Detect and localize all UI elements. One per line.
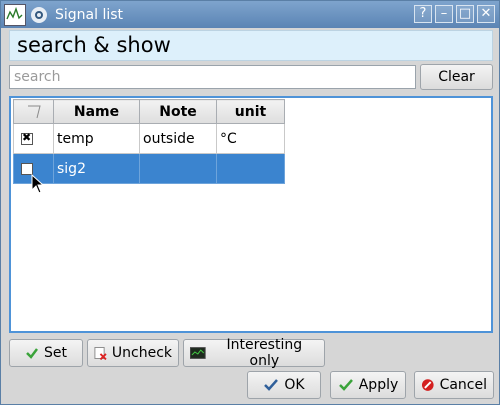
close-button[interactable]: ✕ (477, 5, 495, 23)
uncheck-icon (94, 347, 107, 360)
column-header-note[interactable]: Note (139, 99, 217, 124)
row-unit: °C (216, 123, 285, 154)
cancel-label: Cancel (439, 377, 487, 393)
ok-button[interactable]: OK (247, 371, 321, 399)
uncheck-label: Uncheck (111, 345, 172, 361)
set-label: Set (44, 345, 67, 361)
minimize-button[interactable]: – (435, 5, 453, 23)
search-input[interactable] (9, 65, 416, 89)
column-header-unit[interactable]: unit (216, 99, 285, 124)
apply-checkmark-icon (338, 379, 353, 391)
interesting-only-label: Interesting only (226, 337, 303, 369)
table-header-row: Name Note unit (13, 99, 285, 124)
interesting-only-button[interactable]: Interesting only (183, 337, 325, 369)
title-bar[interactable]: Signal list ? – □ ✕ (1, 1, 499, 28)
set-button[interactable]: Set (9, 339, 83, 367)
row-unit (216, 153, 285, 184)
apply-button[interactable]: Apply (330, 371, 406, 399)
cancel-button[interactable]: Cancel (414, 371, 494, 399)
page-title: search & show (9, 30, 493, 61)
window-menu-icon[interactable] (31, 6, 47, 23)
row-name: temp (53, 123, 140, 154)
monitor-icon (190, 347, 206, 359)
maximize-button[interactable]: □ (456, 5, 474, 23)
window-title: Signal list (55, 6, 124, 23)
ok-label: OK (284, 377, 305, 393)
signal-list-window: Signal list ? – □ ✕ search & show Clear … (0, 0, 500, 405)
checkmark-icon (26, 348, 38, 359)
help-button[interactable]: ? (414, 5, 432, 23)
table-row[interactable]: temp outside °C (13, 123, 285, 154)
row-checkbox[interactable] (21, 131, 33, 145)
row-note: outside (139, 123, 217, 154)
row-checkbox[interactable] (21, 162, 33, 175)
cancel-icon (421, 379, 434, 391)
apply-label: Apply (358, 377, 399, 393)
mouse-pointer-icon (31, 174, 45, 194)
column-header-name[interactable]: Name (53, 99, 140, 124)
app-logo-icon (4, 3, 26, 26)
clear-button[interactable]: Clear (420, 64, 493, 90)
filter-icon (27, 105, 41, 118)
signal-table[interactable]: Name Note unit temp outside °C sig2 (9, 96, 493, 333)
uncheck-button[interactable]: Uncheck (87, 339, 179, 367)
table-row[interactable]: sig2 (13, 153, 285, 184)
row-note (139, 153, 217, 184)
filter-column-header[interactable] (13, 99, 54, 124)
row-name: sig2 (53, 153, 140, 184)
ok-checkmark-icon (264, 379, 279, 391)
